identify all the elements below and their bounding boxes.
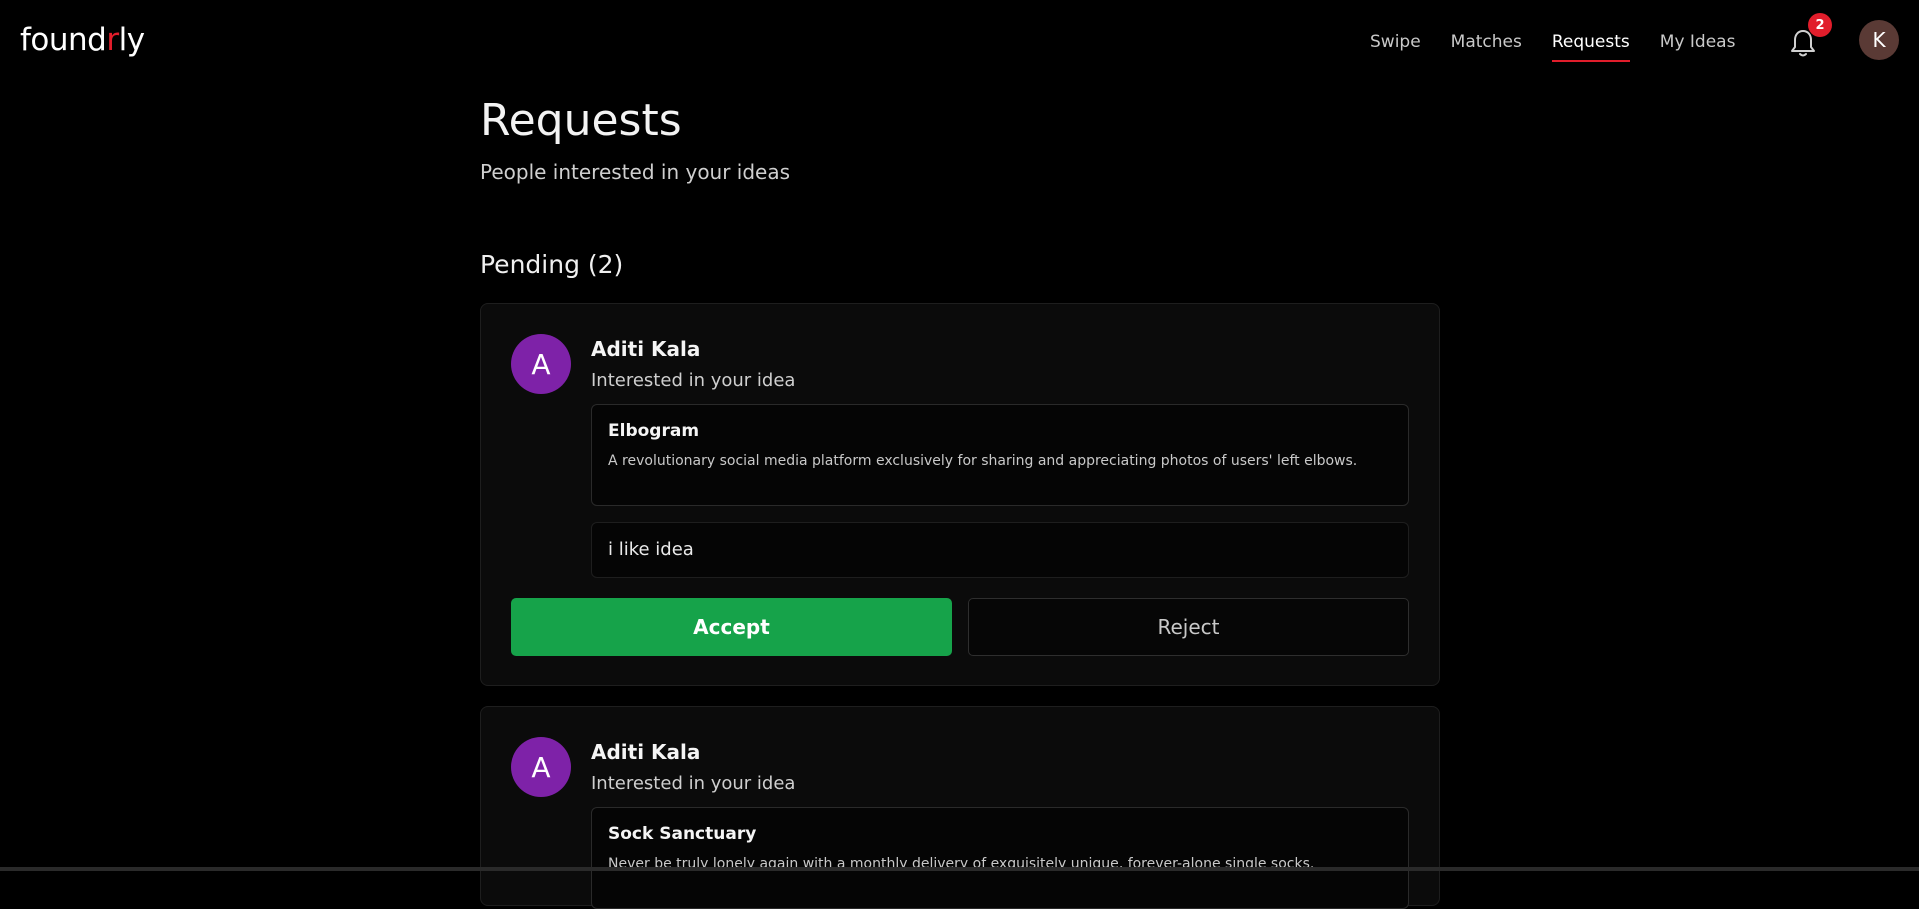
nav-swipe[interactable]: Swipe — [1370, 32, 1421, 62]
requester-name: Aditi Kala — [591, 740, 701, 764]
brand-text-end: ly — [118, 22, 145, 58]
idea-title: Sock Sanctuary — [608, 824, 757, 844]
idea-description: Never be truly lonely again with a month… — [608, 856, 1315, 872]
viewport-edge-divider — [0, 867, 1919, 871]
accept-button[interactable]: Accept — [511, 598, 952, 656]
idea-description: A revolutionary social media platform ex… — [608, 453, 1358, 469]
idea-summary: Elbogram A revolutionary social media pl… — [591, 404, 1409, 506]
brand-text-start: found — [20, 22, 107, 58]
reject-button[interactable]: Reject — [968, 598, 1409, 656]
idea-title: Elbogram — [608, 421, 700, 441]
user-avatar[interactable]: K — [1859, 20, 1899, 60]
pending-heading: Pending (2) — [480, 250, 624, 279]
nav-matches[interactable]: Matches — [1451, 32, 1522, 62]
page-title: Requests — [480, 95, 682, 146]
request-card: A Aditi Kala Interested in your idea Soc… — [480, 706, 1440, 909]
top-nav: foundrly Swipe Matches Requests My Ideas… — [0, 0, 1919, 86]
page-subtitle: People interested in your ideas — [480, 160, 791, 184]
request-message: i like idea — [591, 522, 1409, 578]
requester-avatar: A — [511, 334, 571, 394]
brand-text-accent: r — [106, 22, 119, 58]
request-subtitle: Interested in your idea — [591, 370, 796, 391]
request-subtitle: Interested in your idea — [591, 773, 796, 794]
requester-name: Aditi Kala — [591, 337, 701, 361]
nav-my-ideas[interactable]: My Ideas — [1660, 32, 1736, 62]
brand-logo[interactable]: foundrly — [20, 22, 145, 58]
requester-avatar: A — [511, 737, 571, 797]
idea-summary: Sock Sanctuary Never be truly lonely aga… — [591, 807, 1409, 909]
nav-requests[interactable]: Requests — [1551, 32, 1630, 62]
notification-badge: 2 — [1808, 13, 1832, 37]
main-nav: Swipe Matches Requests My Ideas — [1370, 32, 1765, 62]
request-card: A Aditi Kala Interested in your idea Elb… — [480, 303, 1440, 686]
